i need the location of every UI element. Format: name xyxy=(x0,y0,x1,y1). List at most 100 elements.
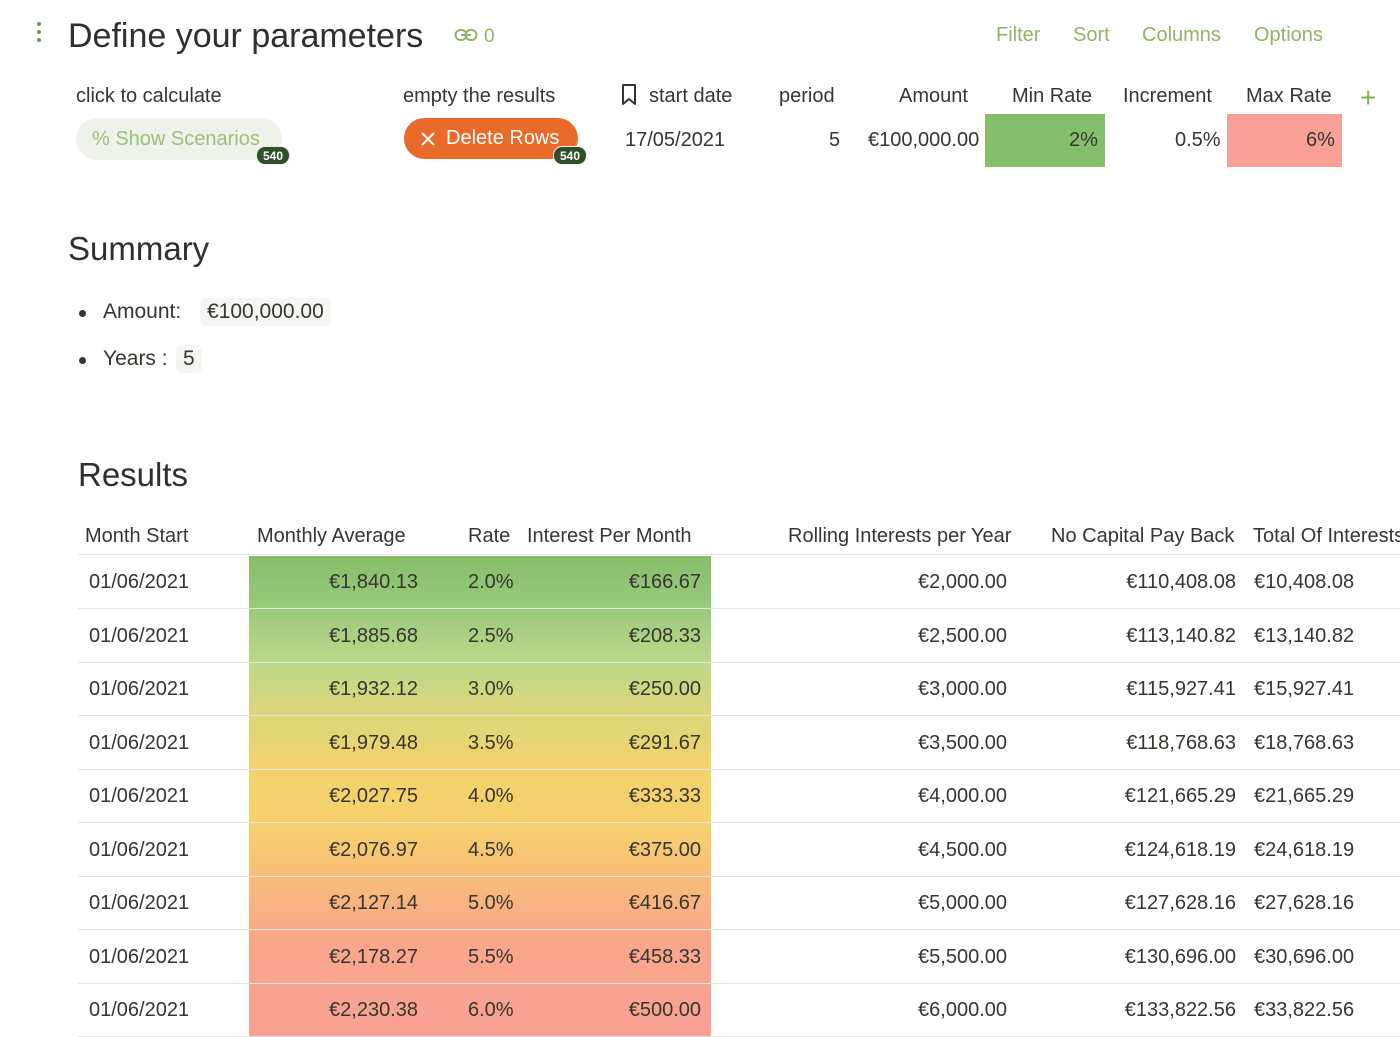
no-capital-cell[interactable]: €115,927.41 xyxy=(1126,676,1236,702)
total-interests-cell[interactable]: €13,140.82 xyxy=(1254,623,1354,649)
no-capital-cell[interactable]: €127,628.16 xyxy=(1125,890,1236,916)
interest-per-month-cell[interactable]: €208.33 xyxy=(629,623,701,649)
month-start-cell[interactable]: 01/06/2021 xyxy=(89,623,189,649)
rate-cell[interactable]: 2.0% xyxy=(468,569,514,595)
rolling-interest-cell[interactable]: €3,500.00 xyxy=(918,730,1007,756)
rolling-interest-cell[interactable]: €5,000.00 xyxy=(918,890,1007,916)
column-header-rolling-interests[interactable]: Rolling Interests per Year xyxy=(788,525,1011,548)
period-value[interactable]: 5 xyxy=(829,126,840,154)
total-interests-cell[interactable]: €27,628.16 xyxy=(1254,890,1354,916)
column-header-interest-per-month[interactable]: Interest Per Month xyxy=(527,525,692,548)
monthly-average-cell[interactable]: €1,979.48 xyxy=(329,730,418,756)
sort-menu[interactable]: Sort xyxy=(1073,24,1110,47)
table-row[interactable]: 01/06/2021 €2,076.97 4.5% €375.00 €4,500.00 €… xyxy=(78,824,1400,877)
increment-value[interactable]: 0.5% xyxy=(1175,126,1221,154)
summary-amount-label: Amount: xyxy=(103,300,182,323)
rate-cell[interactable]: 5.0% xyxy=(468,890,514,916)
column-header-no-capital[interactable]: No Capital Pay Back xyxy=(1051,525,1234,548)
no-capital-cell[interactable]: €113,140.82 xyxy=(1126,623,1236,649)
monthly-average-cell[interactable]: €2,076.97 xyxy=(329,837,418,863)
drag-handle-icon[interactable] xyxy=(34,22,44,48)
rolling-interest-cell[interactable]: €5,500.00 xyxy=(918,944,1007,970)
bullet-icon xyxy=(79,310,86,317)
table-row[interactable]: 01/06/2021 €1,932.12 3.0% €250.00 €3,000.00 €… xyxy=(78,663,1400,716)
monthly-average-cell[interactable]: €1,932.12 xyxy=(329,676,418,702)
monthly-average-cell[interactable]: €2,178.27 xyxy=(329,944,418,970)
monthly-average-cell[interactable]: €1,840.13 xyxy=(329,569,418,595)
period-label: period xyxy=(779,85,835,107)
rate-cell[interactable]: 3.0% xyxy=(468,676,514,702)
rate-cell[interactable]: 3.5% xyxy=(468,730,514,756)
rate-cell[interactable]: 4.0% xyxy=(468,783,514,809)
monthly-average-cell[interactable]: €2,027.75 xyxy=(329,783,418,809)
no-capital-cell[interactable]: €118,768.63 xyxy=(1126,730,1236,756)
table-row[interactable]: 01/06/2021 €2,230.38 6.0% €500.00 €6,000.00 €… xyxy=(78,984,1400,1037)
monthly-average-cell[interactable]: €2,230.38 xyxy=(329,997,418,1023)
no-capital-cell[interactable]: €133,822.56 xyxy=(1125,997,1236,1023)
no-capital-cell[interactable]: €124,618.19 xyxy=(1125,837,1236,863)
increment-label: Increment xyxy=(1123,85,1212,107)
start-date-value[interactable]: 17/05/2021 xyxy=(625,126,725,154)
month-start-cell[interactable]: 01/06/2021 xyxy=(89,676,189,702)
amount-value[interactable]: €100,000.00 xyxy=(868,126,979,154)
rate-cell[interactable]: 2.5% xyxy=(468,623,514,649)
rolling-interest-cell[interactable]: €4,500.00 xyxy=(918,837,1007,863)
column-header-total-interests[interactable]: Total Of Interests xyxy=(1253,525,1400,548)
table-row[interactable]: 01/06/2021 €1,979.48 3.5% €291.67 €3,500.00 €… xyxy=(78,717,1400,770)
no-capital-cell[interactable]: €110,408.08 xyxy=(1126,569,1236,595)
rate-cell[interactable]: 4.5% xyxy=(468,837,514,863)
interest-per-month-cell[interactable]: €458.33 xyxy=(629,944,701,970)
rolling-interest-cell[interactable]: €2,500.00 xyxy=(918,623,1007,649)
no-capital-cell[interactable]: €130,696.00 xyxy=(1125,944,1236,970)
month-start-cell[interactable]: 01/06/2021 xyxy=(89,569,189,595)
max-rate-value: 6% xyxy=(1306,129,1335,151)
column-header-rate[interactable]: Rate xyxy=(468,525,510,548)
month-start-cell[interactable]: 01/06/2021 xyxy=(89,837,189,863)
rolling-interest-cell[interactable]: €2,000.00 xyxy=(918,569,1007,595)
rate-cell[interactable]: 5.5% xyxy=(468,944,514,970)
interest-per-month-cell[interactable]: €166.67 xyxy=(629,569,701,595)
total-interests-cell[interactable]: €10,408.08 xyxy=(1254,569,1354,595)
interest-per-month-cell[interactable]: €333.33 xyxy=(629,783,701,809)
rate-cell[interactable]: 6.0% xyxy=(468,997,514,1023)
rolling-interest-cell[interactable]: €6,000.00 xyxy=(918,997,1007,1023)
total-interests-cell[interactable]: €30,696.00 xyxy=(1254,944,1354,970)
month-start-cell[interactable]: 01/06/2021 xyxy=(89,730,189,756)
rolling-interest-cell[interactable]: €3,000.00 xyxy=(918,676,1007,702)
table-row[interactable]: 01/06/2021 €1,885.68 2.5% €208.33 €2,500.00 €… xyxy=(78,610,1400,663)
month-start-cell[interactable]: 01/06/2021 xyxy=(89,890,189,916)
monthly-average-cell[interactable]: €2,127.14 xyxy=(329,890,418,916)
month-start-cell[interactable]: 01/06/2021 xyxy=(89,783,189,809)
add-column-button[interactable]: + xyxy=(1360,84,1376,112)
delete-rows-button[interactable]: Delete Rows xyxy=(404,118,578,159)
table-row[interactable]: 01/06/2021 €1,840.13 2.0% €166.67 €2,000.00 €… xyxy=(78,556,1400,609)
no-capital-cell[interactable]: €121,665.29 xyxy=(1125,783,1236,809)
column-header-monthly-average[interactable]: Monthly Average xyxy=(257,525,406,548)
month-start-cell[interactable]: 01/06/2021 xyxy=(89,944,189,970)
interest-per-month-cell[interactable]: €291.67 xyxy=(629,730,701,756)
link-icon[interactable] xyxy=(454,27,478,43)
total-interests-cell[interactable]: €33,822.56 xyxy=(1254,997,1354,1023)
interest-per-month-cell[interactable]: €250.00 xyxy=(629,676,701,702)
total-interests-cell[interactable]: €24,618.19 xyxy=(1254,837,1354,863)
table-row[interactable]: 01/06/2021 €2,127.14 5.0% €416.67 €5,000.00 €… xyxy=(78,877,1400,930)
interest-per-month-cell[interactable]: €375.00 xyxy=(629,837,701,863)
total-interests-cell[interactable]: €18,768.63 xyxy=(1254,730,1354,756)
options-menu[interactable]: Options xyxy=(1254,24,1323,47)
filter-menu[interactable]: Filter xyxy=(996,24,1040,47)
interest-per-month-cell[interactable]: €500.00 xyxy=(629,997,701,1023)
show-scenarios-button[interactable]: % Show Scenarios xyxy=(76,118,282,160)
rolling-interest-cell[interactable]: €4,000.00 xyxy=(918,783,1007,809)
summary-heading: Summary xyxy=(68,230,210,267)
table-row[interactable]: 01/06/2021 €2,178.27 5.5% €458.33 €5,500.00 €… xyxy=(78,931,1400,984)
interest-per-month-cell[interactable]: €416.67 xyxy=(629,890,701,916)
click-to-calculate-label: click to calculate xyxy=(76,85,222,107)
month-start-cell[interactable]: 01/06/2021 xyxy=(89,997,189,1023)
total-interests-cell[interactable]: €21,665.29 xyxy=(1254,783,1354,809)
total-interests-cell[interactable]: €15,927.41 xyxy=(1254,676,1354,702)
columns-menu[interactable]: Columns xyxy=(1142,24,1221,47)
monthly-average-cell[interactable]: €1,885.68 xyxy=(329,623,418,649)
table-row[interactable]: 01/06/2021 €2,027.75 4.0% €333.33 €4,000.00 €… xyxy=(78,770,1400,823)
column-header-month-start[interactable]: Month Start xyxy=(85,525,188,548)
table-header-divider xyxy=(78,554,1400,555)
